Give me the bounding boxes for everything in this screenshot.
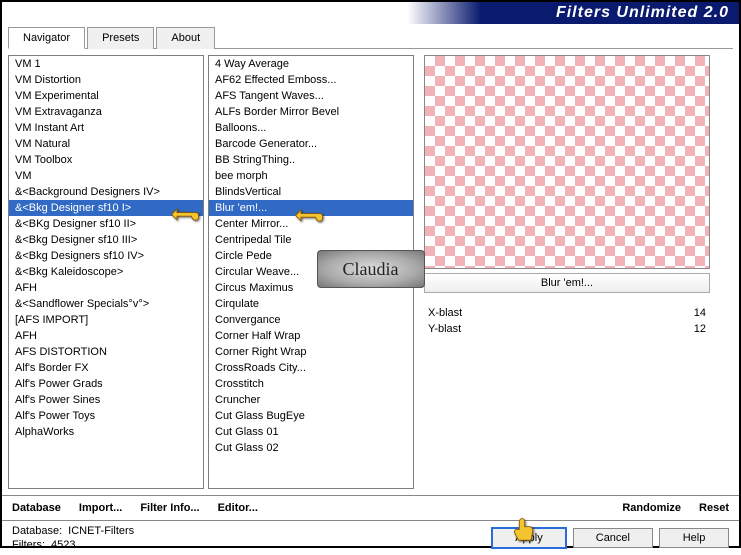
list-item[interactable]: &<Sandflower Specials°v°> [9,296,203,312]
list-item[interactable]: VM Distortion [9,72,203,88]
list-item[interactable]: BB StringThing.. [209,152,413,168]
tab-navigator[interactable]: Navigator [8,27,85,49]
apply-button[interactable]: Apply [491,527,567,549]
param-label: Y-blast [428,323,461,335]
list-item[interactable]: BlindsVertical [209,184,413,200]
db-label: Database: [12,525,62,537]
list-item[interactable]: VM Extravaganza [9,104,203,120]
list-item[interactable]: &<Background Designers IV> [9,184,203,200]
list-item[interactable]: Center Mirror... [209,216,413,232]
list-item[interactable]: Cut Glass 01 [209,424,413,440]
param-row-xblast: X-blast 14 [424,305,710,321]
list-item[interactable]: 4 Way Average [209,56,413,72]
list-item[interactable]: VM Instant Art [9,120,203,136]
title-bar: Filters Unlimited 2.0 [2,2,739,24]
watermark-badge: Claudia [317,250,425,288]
list-item[interactable]: Balloons... [209,120,413,136]
preview-image [424,55,710,269]
tab-about[interactable]: About [156,27,215,49]
list-item[interactable]: Alf's Power Sines [9,392,203,408]
list-item[interactable]: &<Bkg Kaleidoscope> [9,264,203,280]
list-item[interactable]: bee morph [209,168,413,184]
database-button[interactable]: Database [12,502,61,514]
tab-presets[interactable]: Presets [87,27,154,49]
list-item[interactable]: Alf's Border FX [9,360,203,376]
list-item[interactable]: &<Bkg Designer sf10 I> [9,200,203,216]
list-item[interactable]: ALFs Border Mirror Bevel [209,104,413,120]
list-item[interactable]: Convergance [209,312,413,328]
footer-info: Database: ICNET-Filters Filters: 4523 [12,525,134,551]
list-item[interactable]: CrossRoads City... [209,360,413,376]
list-item[interactable]: Blur 'em!... [209,200,413,216]
list-item[interactable]: Barcode Generator... [209,136,413,152]
import-button[interactable]: Import... [79,502,122,514]
list-item[interactable]: Centripedal Tile [209,232,413,248]
list-item[interactable]: VM Natural [9,136,203,152]
editor-button[interactable]: Editor... [218,502,258,514]
list-item[interactable]: &<Bkg Designer sf10 III> [9,232,203,248]
list-item[interactable]: Cut Glass BugEye [209,408,413,424]
toolbar: Database Import... Filter Info... Editor… [2,495,739,520]
list-item[interactable]: AFS DISTORTION [9,344,203,360]
list-item[interactable]: Alf's Power Toys [9,408,203,424]
param-value: 12 [694,323,706,335]
list-item[interactable]: VM Toolbox [9,152,203,168]
filters-label: Filters: [12,539,45,551]
randomize-button[interactable]: Randomize [622,502,681,514]
tab-row: Navigator Presets About [8,24,733,49]
list-item[interactable]: Alf's Power Grads [9,376,203,392]
list-item[interactable]: VM [9,168,203,184]
param-row-yblast: Y-blast 12 [424,321,710,337]
category-list[interactable]: VM 1VM DistortionVM ExperimentalVM Extra… [8,55,204,489]
help-button[interactable]: Help [659,528,729,548]
list-item[interactable]: &<Bkg Designers sf10 IV> [9,248,203,264]
filter-name-bar: Blur 'em!... [424,273,710,293]
list-item[interactable]: AF62 Effected Emboss... [209,72,413,88]
list-item[interactable]: AFS Tangent Waves... [209,88,413,104]
list-item[interactable]: [AFS IMPORT] [9,312,203,328]
list-item[interactable]: VM Experimental [9,88,203,104]
param-label: X-blast [428,307,462,319]
reset-button[interactable]: Reset [699,502,729,514]
list-item[interactable]: AFH [9,280,203,296]
list-item[interactable]: AFH [9,328,203,344]
cancel-button[interactable]: Cancel [573,528,653,548]
param-value: 14 [694,307,706,319]
list-item[interactable]: Cruncher [209,392,413,408]
filters-value: 4523 [51,539,75,551]
preview-pane: Blur 'em!... X-blast 14 Y-blast 12 [418,55,733,489]
category-column: VM 1VM DistortionVM ExperimentalVM Extra… [8,55,204,489]
list-item[interactable]: &<BKg Designer sf10 II> [9,216,203,232]
list-item[interactable]: Cut Glass 02 [209,440,413,456]
filter-info-button[interactable]: Filter Info... [140,502,199,514]
list-item[interactable]: Cirqulate [209,296,413,312]
db-value: ICNET-Filters [68,525,134,537]
list-item[interactable]: Corner Half Wrap [209,328,413,344]
list-item[interactable]: Corner Right Wrap [209,344,413,360]
list-item[interactable]: AlphaWorks [9,424,203,440]
footer: Database: ICNET-Filters Filters: 4523 Ap… [2,520,739,555]
list-item[interactable]: Crosstitch [209,376,413,392]
list-item[interactable]: VM 1 [9,56,203,72]
